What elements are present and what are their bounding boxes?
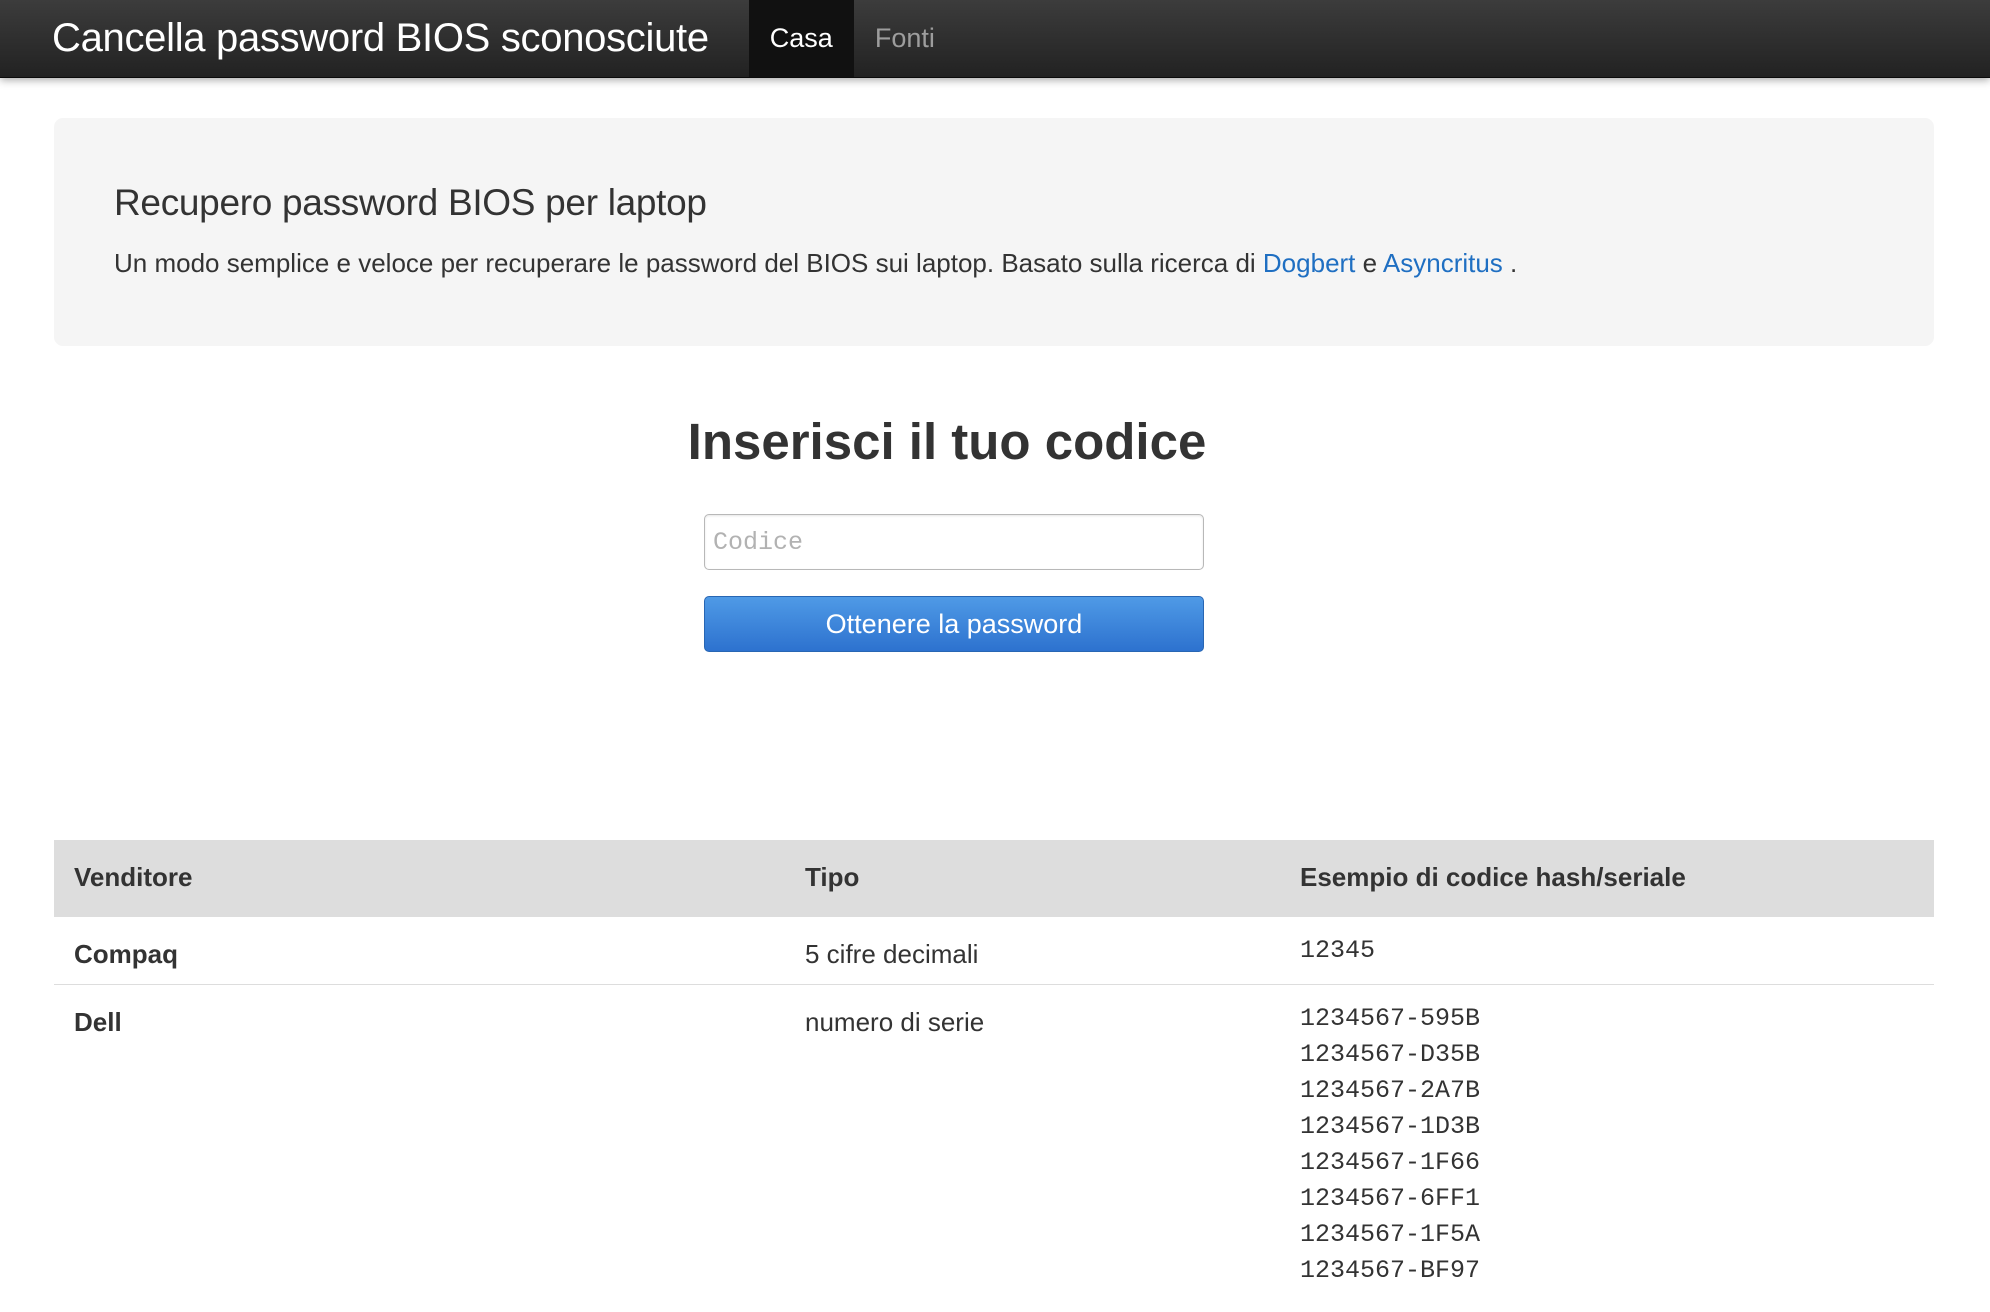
type-cell: numero di serie [785,983,1280,1303]
vendor-cell: Dell [54,983,785,1303]
get-password-button[interactable]: Ottenere la password [704,596,1204,652]
asyncritus-link[interactable]: Asyncritus [1383,248,1503,278]
code-example: 1234567-1F5A [1300,1219,1481,1249]
codes-cell: 12345 [1280,915,1934,984]
dogbert-link[interactable]: Dogbert [1263,248,1356,278]
hero-text-after: . [1502,248,1518,278]
hero-title: Recupero password BIOS per laptop [114,182,707,223]
code-example: 1234567-1D3B [1300,1111,1481,1141]
nav-item-fonti[interactable]: Fonti [854,0,956,77]
vendor-table: Venditore Tipo Esempio di codice hash/se… [54,840,1934,1303]
code-example: 12345 [1300,935,1376,965]
code-example: 1234567-595B [1300,1003,1481,1033]
hero-text-before: Un modo semplice e veloce per recuperare… [114,248,1263,278]
code-example: 1234567-2A7B [1300,1075,1481,1105]
codes-cell: 1234567-595B 1234567-D35B 1234567-2A7B 1… [1280,983,1934,1303]
site-brand[interactable]: Cancella password BIOS sconosciute [0,0,749,77]
code-example: 1234567-6FF1 [1300,1183,1481,1213]
hero-description: Un modo semplice e veloce per recuperare… [114,248,1874,279]
header-venditore: Venditore [54,840,785,916]
table-row: Dell numero di serie 1234567-595B 123456… [54,983,1934,1303]
vendor-cell: Compaq [54,915,785,984]
hero-well: Recupero password BIOS per laptop Un mod… [54,118,1934,346]
header-esempio: Esempio di codice hash/seriale [1280,840,1934,916]
table-header-row: Venditore Tipo Esempio di codice hash/se… [54,840,1934,916]
code-example: 1234567-D35B [1300,1039,1481,1069]
form-heading: Inserisci il tuo codice [687,413,1207,470]
type-cell: 5 cifre decimali [785,915,1280,984]
header-tipo: Tipo [785,840,1280,916]
code-example: 1234567-1F66 [1300,1147,1481,1177]
hero-text-between: e [1355,248,1383,278]
nav-item-casa[interactable]: Casa [748,0,854,77]
table-row: Compaq 5 cifre decimali 12345 [54,915,1934,984]
top-navbar: Cancella password BIOS sconosciute Casa … [0,0,1990,78]
code-input[interactable] [704,514,1204,570]
code-example: 1234567-BF97 [1300,1255,1481,1285]
